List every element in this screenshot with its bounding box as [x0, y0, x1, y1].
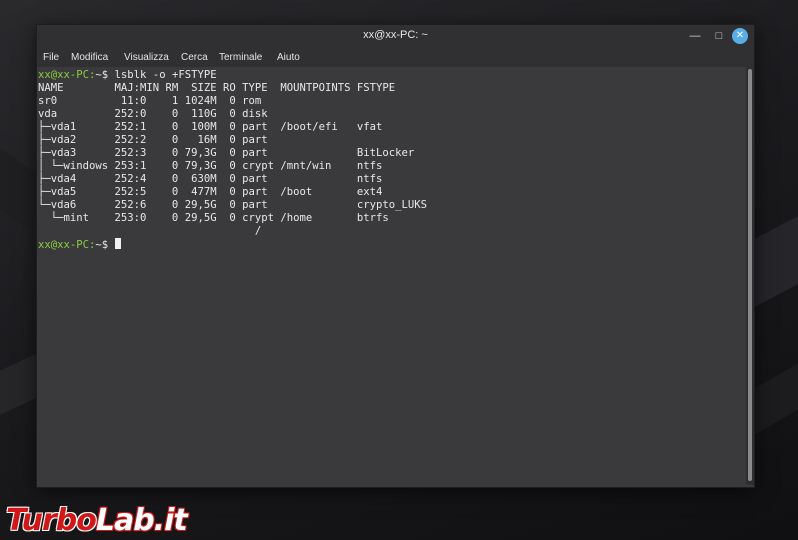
output-line: ├─vda3 252:3 0 79,3G 0 part BitLocker: [38, 147, 415, 159]
menu-search[interactable]: Cerca: [181, 52, 208, 63]
watermark-part1: Turbo: [6, 503, 97, 538]
title-bar[interactable]: xx@xx-PC: ~ — □ ✕: [37, 25, 754, 47]
output-line: ├─vda4 252:4 0 630M 0 part ntfs: [38, 173, 383, 185]
command-text: lsblk -o +FSTYPE: [108, 69, 217, 81]
output-line: ├─vda5 252:5 0 477M 0 part /boot ext4: [38, 186, 383, 198]
output-line: ├─vda2 252:2 0 16M 0 part: [38, 134, 268, 146]
terminal-output[interactable]: xx@xx-PC:~$ lsblk -o +FSTYPE NAME MAJ:MI…: [37, 67, 744, 487]
output-line: vda 252:0 0 110G 0 disk: [38, 108, 268, 120]
scrollbar[interactable]: [746, 67, 754, 485]
close-icon[interactable]: ✕: [732, 28, 748, 44]
maximize-icon[interactable]: □: [711, 28, 727, 44]
menu-view[interactable]: Visualizza: [124, 52, 169, 63]
output-line: ├─vda1 252:1 0 100M 0 part /boot/efi vfa…: [38, 121, 383, 133]
prompt-path: ~$: [95, 239, 109, 251]
prompt-path: ~$: [95, 69, 109, 81]
output-line: │ └─windows 253:1 0 79,3G 0 crypt /mnt/w…: [38, 160, 383, 172]
menu-edit[interactable]: Modifica: [71, 52, 108, 63]
minimize-icon[interactable]: —: [687, 28, 703, 44]
output-line: /: [38, 225, 262, 237]
scrollbar-thumb[interactable]: [748, 69, 752, 481]
output-line: sr0 11:0 1 1024M 0 rom: [38, 95, 262, 107]
watermark-part2: Lab.it: [95, 503, 188, 538]
output-line: └─vda6 252:6 0 29,5G 0 part crypto_LUKS: [38, 199, 428, 211]
menu-terminal[interactable]: Terminale: [219, 52, 262, 63]
prompt-user: xx@xx-PC:: [38, 239, 96, 251]
output-line: NAME MAJ:MIN RM SIZE RO TYPE MOUNTPOINTS…: [38, 82, 396, 94]
menu-bar: File Modifica Visualizza Cerca Terminale…: [37, 47, 754, 67]
output-line: └─mint 253:0 0 29,5G 0 crypt /home btrfs: [38, 212, 389, 224]
menu-help[interactable]: Aiuto: [277, 52, 300, 63]
terminal-window: xx@xx-PC: ~ — □ ✕ File Modifica Visualiz…: [36, 24, 755, 488]
terminal-text: xx@xx-PC:~$ lsblk -o +FSTYPE NAME MAJ:MI…: [38, 69, 427, 252]
text-cursor: [114, 238, 121, 249]
watermark-logo: TurboLab.it: [6, 503, 188, 538]
window-title: xx@xx-PC: ~: [363, 29, 428, 41]
prompt-user: xx@xx-PC:: [38, 69, 96, 81]
menu-file[interactable]: File: [43, 52, 59, 63]
